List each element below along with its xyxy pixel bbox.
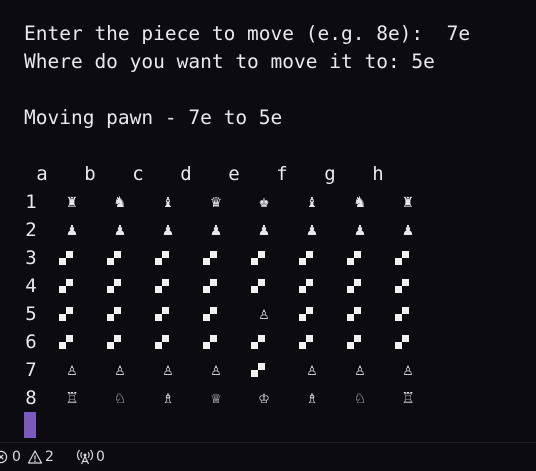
prompt-piece-value: 7e [446, 22, 471, 45]
empty-square [203, 335, 217, 349]
row-label: 3 [25, 247, 37, 269]
chess-piece: ♝ [162, 192, 174, 212]
errors-count: 0 [12, 449, 21, 465]
chess-piece: ♘ [354, 388, 366, 408]
ports-indicator[interactable]: 0 [76, 448, 108, 466]
column-header: h [372, 163, 384, 185]
row-label: 2 [25, 219, 37, 241]
empty-square [347, 335, 361, 349]
empty-square [59, 251, 73, 265]
chess-piece: ♟ [402, 220, 414, 240]
row-label: 4 [25, 275, 37, 297]
empty-square [299, 335, 313, 349]
chess-piece: ♟ [258, 220, 270, 240]
chess-piece: ♟ [66, 220, 78, 240]
chess-piece: ♝ [306, 192, 318, 212]
empty-square [155, 335, 169, 349]
empty-square [59, 279, 73, 293]
empty-square [203, 279, 217, 293]
prompt-target-value: 5e [411, 50, 435, 73]
status-bar: 0 2 0 [0, 442, 536, 471]
prompt-target-label: Where do you want to move it to: [24, 50, 412, 73]
empty-square [395, 279, 409, 293]
warnings-count: 2 [45, 449, 54, 465]
prompt-piece-label: Enter the piece to move (e.g. 8e): [24, 22, 447, 45]
empty-square [251, 363, 265, 377]
empty-square [203, 251, 217, 265]
column-header: e [228, 163, 240, 185]
chess-piece: ♖ [66, 388, 78, 408]
empty-square [107, 335, 121, 349]
column-header: c [132, 163, 144, 185]
empty-square [155, 279, 169, 293]
empty-square [395, 307, 409, 321]
column-header: f [276, 163, 288, 185]
chess-piece: ♟ [210, 220, 222, 240]
row-label: 7 [25, 359, 37, 381]
chess-piece: ♙ [114, 360, 126, 380]
empty-square [395, 335, 409, 349]
prompt-target-line: Where do you want to move it to: 5e [24, 48, 435, 76]
terminal-cursor[interactable] [24, 412, 36, 438]
empty-square [299, 251, 313, 265]
column-header: a [36, 163, 48, 185]
chess-piece: ♔ [258, 388, 270, 408]
chess-piece: ♗ [306, 388, 318, 408]
chess-piece: ♙ [402, 360, 414, 380]
empty-square [299, 279, 313, 293]
broadcast-icon [76, 449, 94, 465]
column-header: b [84, 163, 96, 185]
chess-piece: ♙ [354, 360, 366, 380]
chess-piece: ♙ [258, 304, 270, 324]
chess-piece: ♜ [66, 192, 78, 212]
chess-piece: ♙ [210, 360, 222, 380]
terminal-panel[interactable]: Enter the piece to move (e.g. 8e): 7e Wh… [0, 0, 536, 442]
chess-piece: ♟ [306, 220, 318, 240]
circle-x-icon [0, 450, 8, 464]
empty-square [395, 251, 409, 265]
row-label: 5 [25, 303, 37, 325]
empty-square [347, 251, 361, 265]
chess-piece: ♟ [354, 220, 366, 240]
chess-piece: ♟ [162, 220, 174, 240]
chess-piece: ♞ [114, 192, 126, 212]
empty-square [347, 279, 361, 293]
chess-piece: ♙ [306, 360, 318, 380]
empty-square [203, 307, 217, 321]
chess-piece: ♚ [258, 192, 270, 212]
column-header: d [180, 163, 192, 185]
prompt-piece-line: Enter the piece to move (e.g. 8e): 7e [24, 20, 470, 48]
empty-square [59, 307, 73, 321]
chess-piece: ♙ [162, 360, 174, 380]
errors-indicator[interactable]: 0 [0, 448, 24, 466]
empty-square [107, 307, 121, 321]
chess-piece: ♙ [66, 360, 78, 380]
chess-piece: ♛ [210, 192, 222, 212]
ports-count: 0 [96, 449, 105, 465]
row-label: 6 [25, 331, 37, 353]
empty-square [347, 307, 361, 321]
empty-square [251, 251, 265, 265]
chess-piece: ♖ [402, 388, 414, 408]
empty-square [155, 251, 169, 265]
empty-square [299, 307, 313, 321]
chess-piece: ♗ [162, 388, 174, 408]
move-status-message: Moving pawn - 7e to 5e [24, 106, 283, 129]
chess-piece: ♜ [402, 192, 414, 212]
empty-square [59, 335, 73, 349]
column-header: g [324, 163, 336, 185]
chess-piece: ♘ [114, 388, 126, 408]
empty-square [251, 279, 265, 293]
empty-square [251, 335, 265, 349]
row-label: 1 [25, 191, 37, 213]
empty-square [107, 279, 121, 293]
empty-square [107, 251, 121, 265]
warning-triangle-icon [27, 450, 43, 464]
chess-piece: ♕ [210, 388, 222, 408]
chess-piece: ♞ [354, 192, 366, 212]
warnings-indicator[interactable]: 2 [27, 448, 57, 466]
empty-square [155, 307, 169, 321]
row-label: 8 [25, 387, 37, 409]
chess-piece: ♟ [114, 220, 126, 240]
